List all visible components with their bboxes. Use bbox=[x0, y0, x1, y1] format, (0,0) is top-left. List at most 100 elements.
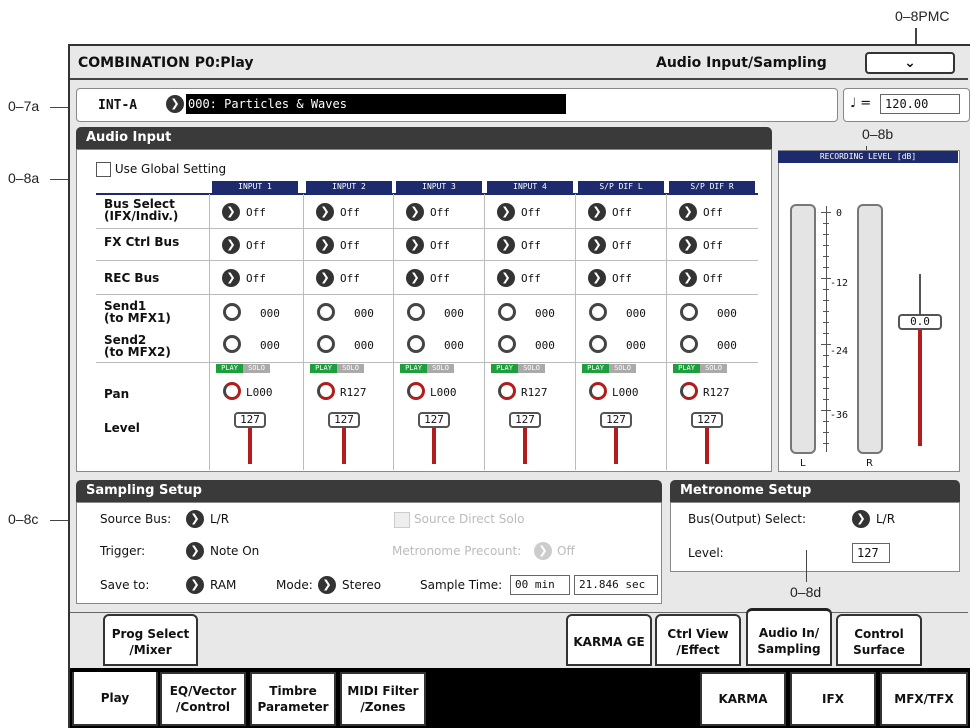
send2-knob-icon[interactable] bbox=[223, 335, 241, 353]
rec-bus-value[interactable]: Off bbox=[703, 272, 723, 285]
tab-karma[interactable]: KARMA bbox=[700, 672, 786, 726]
bus-select-arrow-icon[interactable]: ❯ bbox=[679, 203, 697, 221]
source-direct-solo-checkbox[interactable] bbox=[394, 512, 410, 528]
send2-value[interactable]: 000 bbox=[260, 339, 280, 352]
fx-ctrl-bus-arrow-icon[interactable]: ❯ bbox=[588, 236, 606, 254]
rec-bus-value[interactable]: Off bbox=[340, 272, 360, 285]
send2-knob-icon[interactable] bbox=[498, 335, 516, 353]
pan-knob-icon[interactable] bbox=[589, 382, 607, 400]
send1-knob-icon[interactable] bbox=[680, 303, 698, 321]
trigger-arrow-icon[interactable]: ❯ bbox=[186, 542, 204, 560]
fx-ctrl-bus-value[interactable]: Off bbox=[246, 239, 266, 252]
send2-knob-icon[interactable] bbox=[680, 335, 698, 353]
fx-ctrl-bus-value[interactable]: Off bbox=[703, 239, 723, 252]
rec-bus-value[interactable]: Off bbox=[246, 272, 266, 285]
bus-select-arrow-icon[interactable]: ❯ bbox=[222, 203, 240, 221]
tab-timbre-parameter[interactable]: Timbre Parameter bbox=[250, 672, 336, 726]
fx-ctrl-bus-arrow-icon[interactable]: ❯ bbox=[316, 236, 334, 254]
fx-ctrl-bus-value[interactable]: Off bbox=[430, 239, 450, 252]
bus-select-arrow-icon[interactable]: ❯ bbox=[406, 203, 424, 221]
tempo-field[interactable]: 120.00 bbox=[880, 94, 960, 114]
level-slider[interactable]: 127 bbox=[234, 412, 266, 428]
fx-ctrl-bus-arrow-icon[interactable]: ❯ bbox=[222, 236, 240, 254]
tab-karma-ge[interactable]: KARMA GE bbox=[566, 614, 652, 666]
bus-select-value[interactable]: Off bbox=[612, 206, 632, 219]
play-solo-indicator[interactable]: PLAY SOLO bbox=[673, 364, 727, 373]
pan-value[interactable]: R127 bbox=[340, 386, 367, 399]
play-solo-indicator[interactable]: PLAY SOLO bbox=[216, 364, 270, 373]
send2-value[interactable]: 000 bbox=[717, 339, 737, 352]
play-solo-indicator[interactable]: PLAY SOLO bbox=[491, 364, 545, 373]
send2-value[interactable]: 000 bbox=[626, 339, 646, 352]
send1-value[interactable]: 000 bbox=[354, 307, 374, 320]
rec-bus-arrow-icon[interactable]: ❯ bbox=[588, 269, 606, 287]
fx-ctrl-bus-arrow-icon[interactable]: ❯ bbox=[497, 236, 515, 254]
send1-value[interactable]: 000 bbox=[260, 307, 280, 320]
tab-prog-select-mixer[interactable]: Prog Select/Mixer bbox=[103, 614, 198, 666]
tab-mfx-tfx[interactable]: MFX/TFX bbox=[880, 672, 968, 726]
rec-bus-arrow-icon[interactable]: ❯ bbox=[316, 269, 334, 287]
send1-value[interactable]: 000 bbox=[535, 307, 555, 320]
tab-play[interactable]: Play bbox=[72, 672, 158, 726]
send1-knob-icon[interactable] bbox=[317, 303, 335, 321]
metronome-bus-value[interactable]: L/R bbox=[876, 512, 895, 526]
bus-select-value[interactable]: Off bbox=[340, 206, 360, 219]
rec-bus-value[interactable]: Off bbox=[521, 272, 541, 285]
tab-midi-filter-zones[interactable]: MIDI Filter/Zones bbox=[340, 672, 426, 726]
tab-ifx[interactable]: IFX bbox=[790, 672, 876, 726]
source-bus-arrow-icon[interactable]: ❯ bbox=[186, 510, 204, 528]
pan-knob-icon[interactable] bbox=[680, 382, 698, 400]
metronome-precount-value[interactable]: Off bbox=[557, 544, 575, 558]
source-bus-value[interactable]: L/R bbox=[210, 512, 229, 526]
play-solo-indicator[interactable]: PLAY SOLO bbox=[582, 364, 636, 373]
send2-value[interactable]: 000 bbox=[535, 339, 555, 352]
tab-audio-in-sampling[interactable]: Audio In/Sampling bbox=[746, 608, 832, 666]
sample-time-sec[interactable]: 21.846 sec bbox=[574, 575, 658, 595]
level-slider[interactable]: 127 bbox=[328, 412, 360, 428]
rec-bus-value[interactable]: Off bbox=[612, 272, 632, 285]
rec-bus-arrow-icon[interactable]: ❯ bbox=[497, 269, 515, 287]
pan-knob-icon[interactable] bbox=[407, 382, 425, 400]
send2-value[interactable]: 000 bbox=[354, 339, 374, 352]
level-slider[interactable]: 127 bbox=[418, 412, 450, 428]
pan-value[interactable]: R127 bbox=[521, 386, 548, 399]
metronome-level-field[interactable]: 127 bbox=[852, 543, 890, 563]
send1-knob-icon[interactable] bbox=[589, 303, 607, 321]
level-slider[interactable]: 127 bbox=[509, 412, 541, 428]
checkbox-icon[interactable] bbox=[96, 162, 111, 177]
send2-value[interactable]: 000 bbox=[444, 339, 464, 352]
pan-knob-icon[interactable] bbox=[498, 382, 516, 400]
tab-ctrl-view-effect[interactable]: Ctrl View/Effect bbox=[655, 614, 741, 666]
send1-knob-icon[interactable] bbox=[407, 303, 425, 321]
send1-value[interactable]: 000 bbox=[626, 307, 646, 320]
fx-ctrl-bus-arrow-icon[interactable]: ❯ bbox=[406, 236, 424, 254]
bus-select-value[interactable]: Off bbox=[430, 206, 450, 219]
rec-bus-arrow-icon[interactable]: ❯ bbox=[406, 269, 424, 287]
save-to-value[interactable]: RAM bbox=[210, 578, 236, 592]
bus-select-value[interactable]: Off bbox=[521, 206, 541, 219]
fx-ctrl-bus-value[interactable]: Off bbox=[340, 239, 360, 252]
program-name[interactable]: 000: Particles & Waves bbox=[186, 94, 566, 114]
send1-value[interactable]: 000 bbox=[444, 307, 464, 320]
trigger-value[interactable]: Note On bbox=[210, 544, 259, 558]
level-slider[interactable]: 127 bbox=[691, 412, 723, 428]
sample-time-min[interactable]: 00 min bbox=[510, 575, 570, 595]
pan-value[interactable]: L000 bbox=[430, 386, 457, 399]
send2-knob-icon[interactable] bbox=[589, 335, 607, 353]
send2-knob-icon[interactable] bbox=[317, 335, 335, 353]
pan-value[interactable]: L000 bbox=[246, 386, 273, 399]
pan-value[interactable]: R127 bbox=[703, 386, 730, 399]
metronome-precount-arrow-icon[interactable]: ❯ bbox=[534, 542, 552, 560]
pan-knob-icon[interactable] bbox=[317, 382, 335, 400]
tab-eq-vector-control[interactable]: EQ/Vector/Control bbox=[160, 672, 246, 726]
page-menu-button[interactable]: ⌄ bbox=[865, 52, 955, 74]
send1-knob-icon[interactable] bbox=[223, 303, 241, 321]
save-to-arrow-icon[interactable]: ❯ bbox=[186, 576, 204, 594]
bus-select-arrow-icon[interactable]: ❯ bbox=[588, 203, 606, 221]
play-solo-indicator[interactable]: PLAY SOLO bbox=[310, 364, 364, 373]
rec-bus-value[interactable]: Off bbox=[430, 272, 450, 285]
bus-select-value[interactable]: Off bbox=[703, 206, 723, 219]
pan-value[interactable]: L000 bbox=[612, 386, 639, 399]
play-solo-indicator[interactable]: PLAY SOLO bbox=[400, 364, 454, 373]
program-select-arrow-icon[interactable]: ❯ bbox=[166, 95, 184, 113]
